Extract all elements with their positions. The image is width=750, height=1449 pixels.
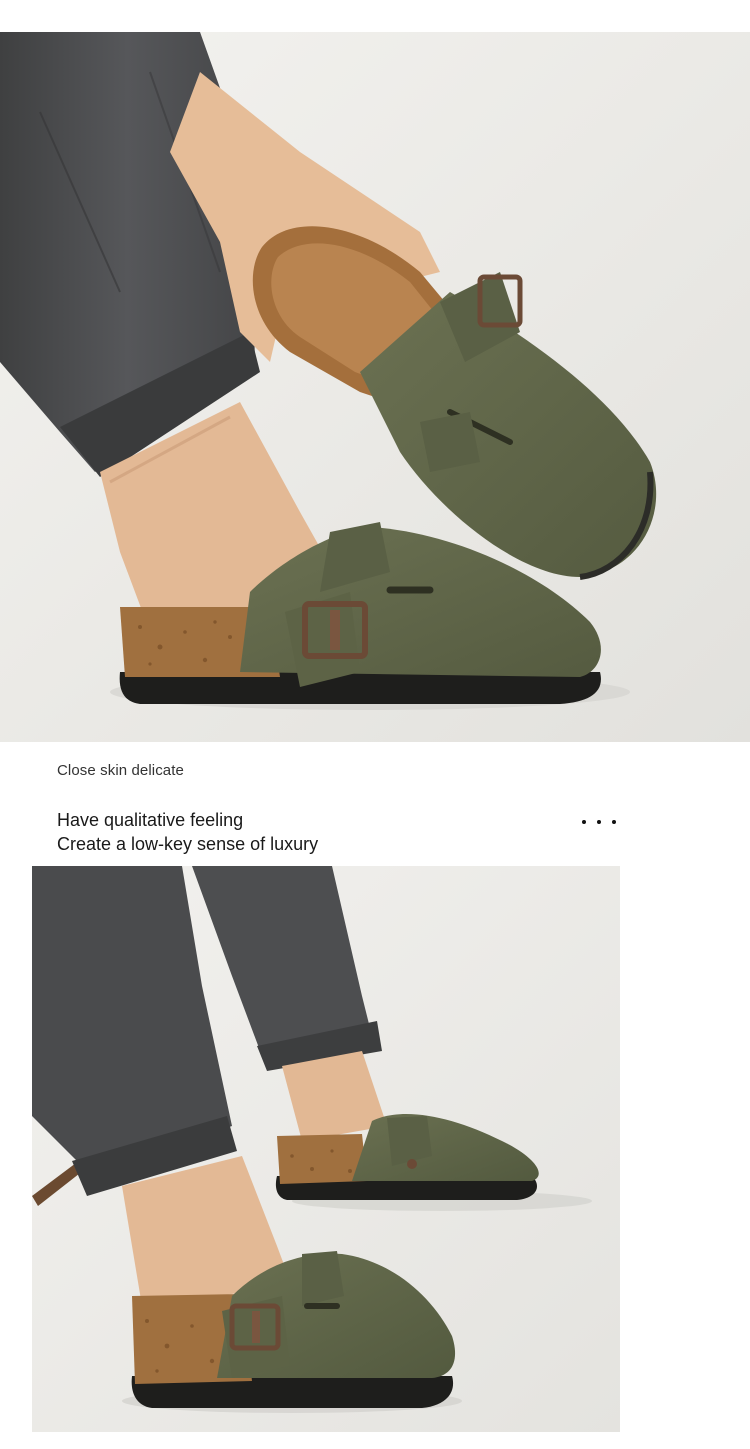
caption-text: Close skin delicate bbox=[57, 762, 184, 779]
headline-line-1: Have qualitative feeling bbox=[57, 810, 244, 830]
more-dots-icon bbox=[582, 817, 616, 827]
product-photo-bottom bbox=[32, 866, 620, 1432]
headline-line-2: Create a low-key sense of luxury bbox=[57, 834, 319, 854]
product-photo-top bbox=[0, 32, 750, 742]
dot bbox=[612, 820, 616, 824]
dot bbox=[582, 820, 586, 824]
dot bbox=[597, 820, 601, 824]
headline: Have qualitative feeling Create a low-ke… bbox=[57, 808, 318, 856]
